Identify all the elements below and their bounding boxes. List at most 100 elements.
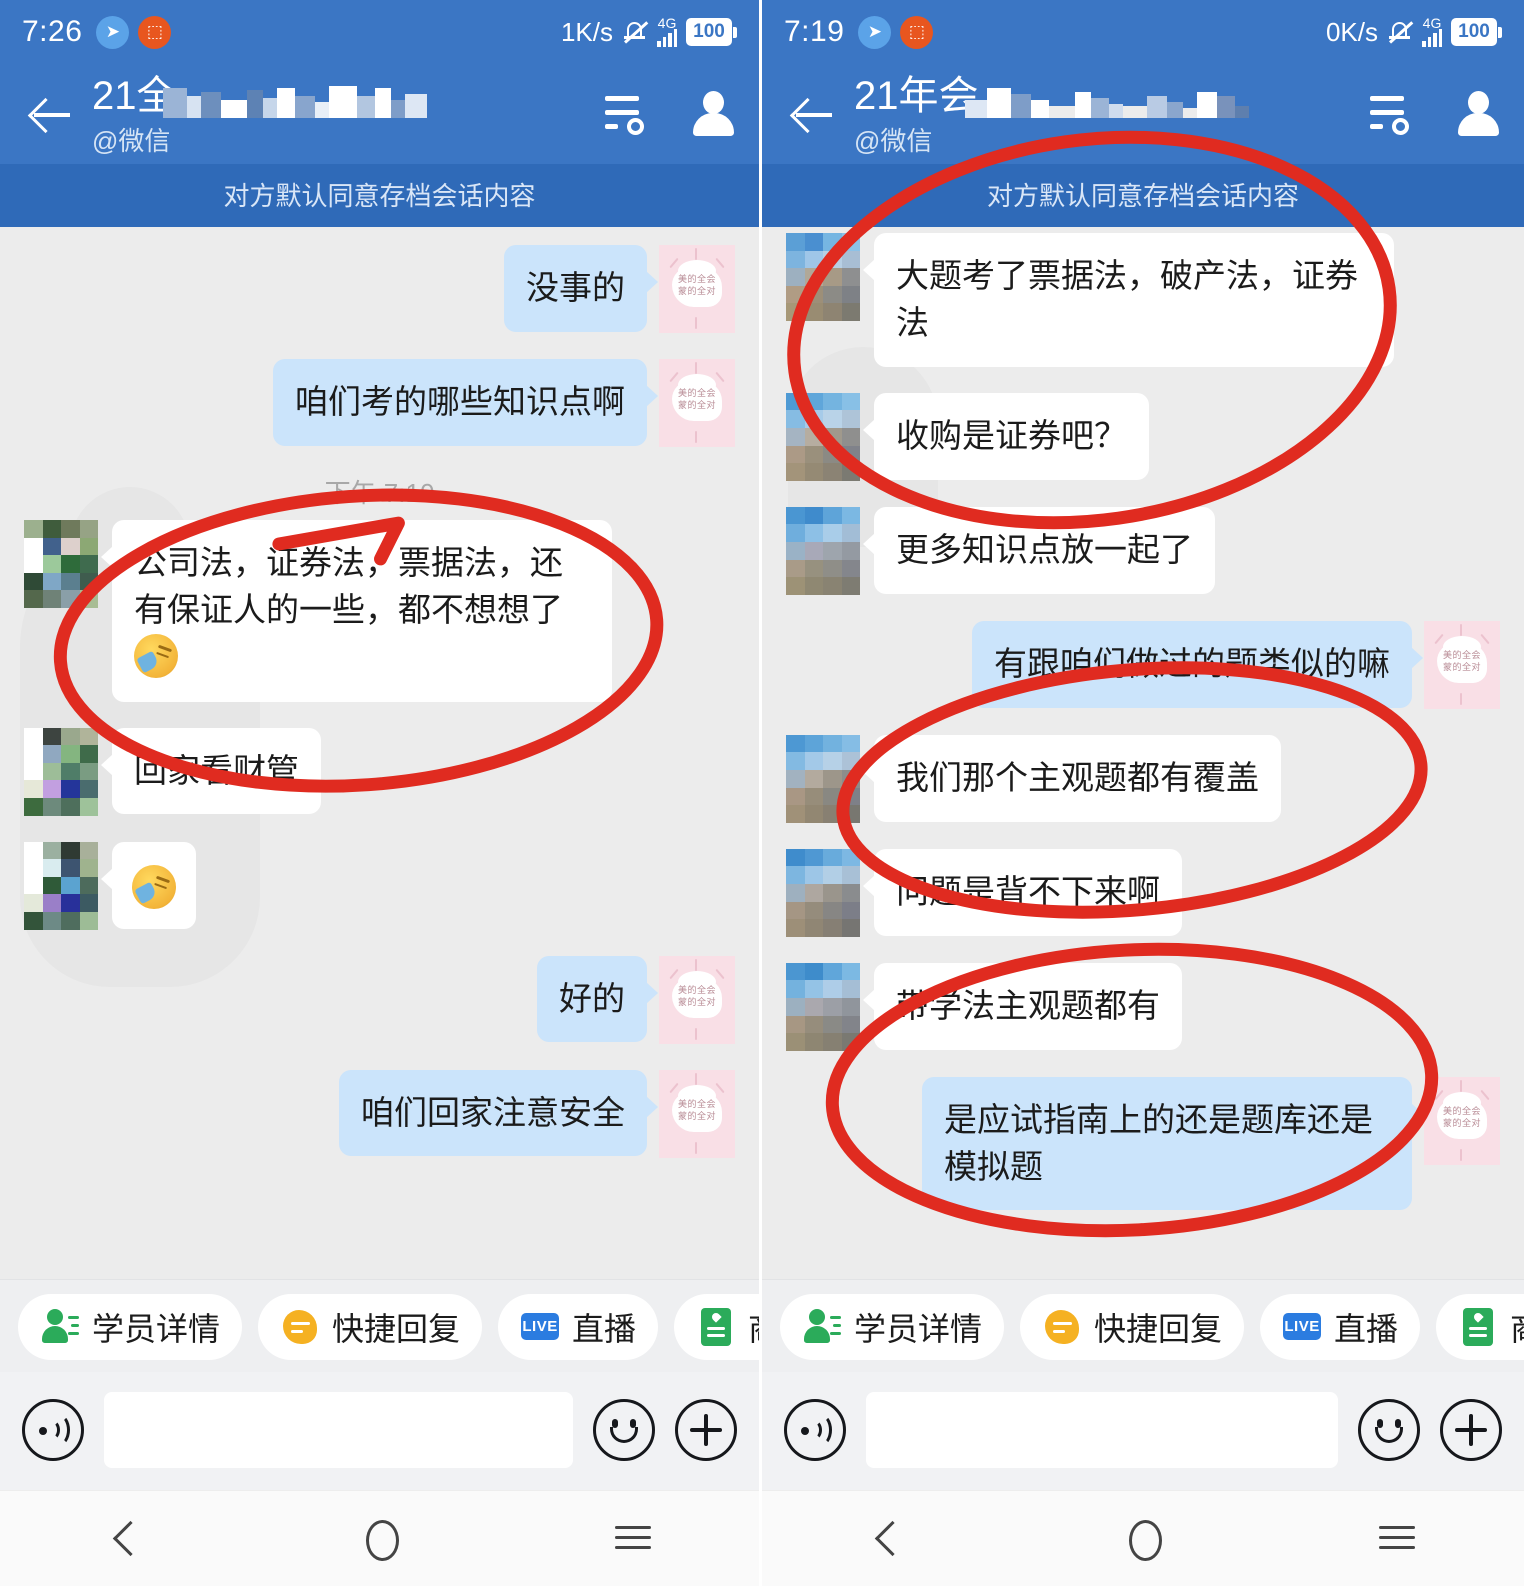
person-icon[interactable] [1456,91,1500,137]
quick-action-live[interactable]: LIVE 直播 [498,1294,659,1360]
smiley-icon[interactable] [1358,1399,1420,1461]
message-bubble-outgoing[interactable]: 没事的 [504,245,658,332]
bell-muted-icon [622,18,648,46]
filter-settings-icon[interactable] [605,94,651,135]
message-row[interactable]: 收购是证券吧？ [786,392,1500,481]
nav-home-icon[interactable] [335,1509,425,1569]
avatar[interactable] [24,841,98,930]
message-row[interactable]: 咱们回家注意安全 美的全会 蒙的全对 [24,1069,735,1158]
chat-message-list[interactable]: 大题考了票据法，破产法，证券法 收购是证券吧？ 更多知识点放一起了 有跟咱们做过… [762,227,1524,1279]
message-row[interactable]: 咱们考的哪些知识点啊 美的全会 蒙的全对 [24,359,735,447]
message-input[interactable] [866,1392,1338,1468]
message-bubble-outgoing[interactable]: 咱们考的哪些知识点啊 [273,359,658,446]
quick-action-student-detail[interactable]: 学员详情 [18,1294,243,1360]
chip-label: 快捷回复 [332,1311,461,1347]
nav-home-icon[interactable] [1098,1509,1188,1569]
avatar[interactable] [786,506,860,595]
chip-label: 商品图册 [748,1304,759,1350]
message-bubble-incoming[interactable]: 公司法，证券法，票据法，还有保证人的一些，都不想想了 [101,520,612,702]
avatar[interactable] [786,962,860,1051]
message-row[interactable]: 有跟咱们做过的题类似的嘛 美的全会 蒙的全对 [786,620,1500,709]
header-actions [605,91,735,137]
battery-level: 100 [1451,18,1497,46]
battery-level: 100 [686,18,732,46]
quick-action-student-detail[interactable]: 学员详情 [780,1294,1005,1360]
plus-icon[interactable] [675,1399,737,1461]
quick-action-product-catalog[interactable]: 商品图册 [1436,1294,1524,1360]
avatar[interactable]: 美的全会 蒙的全对 [1424,1076,1500,1165]
network-type: 4G [657,15,677,31]
nav-recents-icon[interactable] [588,1509,678,1569]
nav-recents-icon[interactable] [1352,1509,1442,1569]
voice-icon[interactable] [22,1399,84,1461]
live-icon: LIVE [520,1307,560,1347]
message-bubble-incoming[interactable]: 收购是证券吧？ [863,392,1149,480]
avatar[interactable]: 美的全会 蒙的全对 [1424,620,1500,709]
product-catalog-icon [1458,1307,1498,1347]
nav-back-icon[interactable] [844,1509,934,1569]
message-row[interactable]: 没事的 美的全会 蒙的全对 [24,245,735,333]
student-detail-icon [802,1307,842,1347]
message-bubble-incoming[interactable]: 我们那个主观题都有覆盖 [863,734,1281,822]
screenshot-icon: ⬚ [900,15,934,49]
message-row[interactable]: 大题考了票据法，破产法，证券法 [786,233,1500,367]
battery-icon: 100 [686,18,737,46]
message-row[interactable]: 是应试指南上的还是题库还是模拟题 美的全会 蒙的全对 [786,1076,1500,1211]
smiley-icon[interactable] [593,1399,655,1461]
filter-settings-icon[interactable] [1370,94,1416,135]
message-input[interactable] [104,1392,573,1468]
avatar[interactable] [24,520,98,608]
quick-action-quick-reply[interactable]: 快捷回复 [258,1294,483,1360]
phone-screen-left: 7:26 ➤ ⬚ 1K/s 4G 100 21全 @微信 对方默认同意存档会话内… [0,0,762,1586]
message-bubble-outgoing[interactable]: 有跟咱们做过的题类似的嘛 [972,620,1423,708]
network-speed: 0K/s [1325,16,1378,47]
message-timestamp: 下午 7:10 [324,478,435,508]
avatar[interactable]: 美的全会 蒙的全对 [659,359,735,447]
message-text: 公司法，证券法，票据法，还有保证人的一些，都不想想了 [134,544,563,628]
message-row[interactable]: 我们那个主观题都有覆盖 [786,734,1500,823]
avatar[interactable] [786,734,860,823]
message-bubble-incoming[interactable]: 大题考了票据法，破产法，证券法 [863,233,1394,367]
avatar[interactable] [24,727,98,816]
quick-action-live[interactable]: LIVE 直播 [1260,1294,1421,1360]
message-row[interactable] [24,841,735,930]
person-icon[interactable] [691,91,735,137]
avatar[interactable]: 美的全会 蒙的全对 [659,1069,735,1158]
avatar[interactable] [786,848,860,937]
message-row[interactable]: 公司法，证券法，票据法，还有保证人的一些，都不想想了 [24,520,735,702]
archive-notice: 对方默认同意存档会话内容 [762,164,1524,227]
message-bubble-outgoing[interactable]: 好的 [537,955,658,1043]
nav-back-icon[interactable] [82,1509,172,1569]
plus-icon[interactable] [1440,1399,1502,1461]
quick-action-product-catalog[interactable]: 商品图册 [674,1294,759,1360]
back-arrow-icon[interactable] [786,87,840,141]
avatar[interactable] [786,233,860,321]
quick-action-quick-reply[interactable]: 快捷回复 [1020,1294,1245,1360]
chat-message-list[interactable]: 没事的 美的全会 蒙的全对 咱们考的哪些知识点啊 美的全会 蒙的全对 下午 7:… [0,227,759,1279]
message-row[interactable]: 好的 美的全会 蒙的全对 [24,955,735,1044]
message-bubble-incoming[interactable]: 回家看财管 [101,727,321,815]
message-row[interactable]: 回家看财管 [24,727,735,816]
avatar[interactable]: 美的全会 蒙的全对 [659,955,735,1044]
message-bubble-incoming-emoji[interactable] [101,841,196,930]
avatar[interactable] [786,392,860,481]
message-bubble-outgoing[interactable]: 咱们回家注意安全 [339,1069,658,1157]
quick-action-bar: 学员详情 快捷回复 LIVE 直播 商品图册 [0,1279,759,1372]
signal-icon: 4G [657,15,677,47]
message-row[interactable]: 带学法主观题都有 [786,962,1500,1051]
message-bubble-incoming[interactable]: 带学法主观题都有 [863,962,1182,1050]
message-row[interactable]: 更多知识点放一起了 [786,506,1500,595]
message-bubble-incoming[interactable]: 问题是背不下来啊 [863,848,1182,936]
android-nav-bar [762,1490,1524,1586]
voice-icon[interactable] [784,1399,846,1461]
send-icon: ➤ [96,15,130,49]
message-row[interactable]: 问题是背不下来啊 [786,848,1500,937]
quick-reply-icon [280,1307,320,1347]
status-time: 7:26 [22,15,83,48]
status-right-icons: 0K/s 4G 100 [1325,16,1502,48]
message-bubble-incoming[interactable]: 更多知识点放一起了 [863,506,1215,594]
back-arrow-icon[interactable] [24,87,78,141]
app-header: 21年会 @微信 [762,64,1524,164]
avatar[interactable]: 美的全会 蒙的全对 [659,245,735,333]
message-bubble-outgoing[interactable]: 是应试指南上的还是题库还是模拟题 [922,1076,1423,1211]
